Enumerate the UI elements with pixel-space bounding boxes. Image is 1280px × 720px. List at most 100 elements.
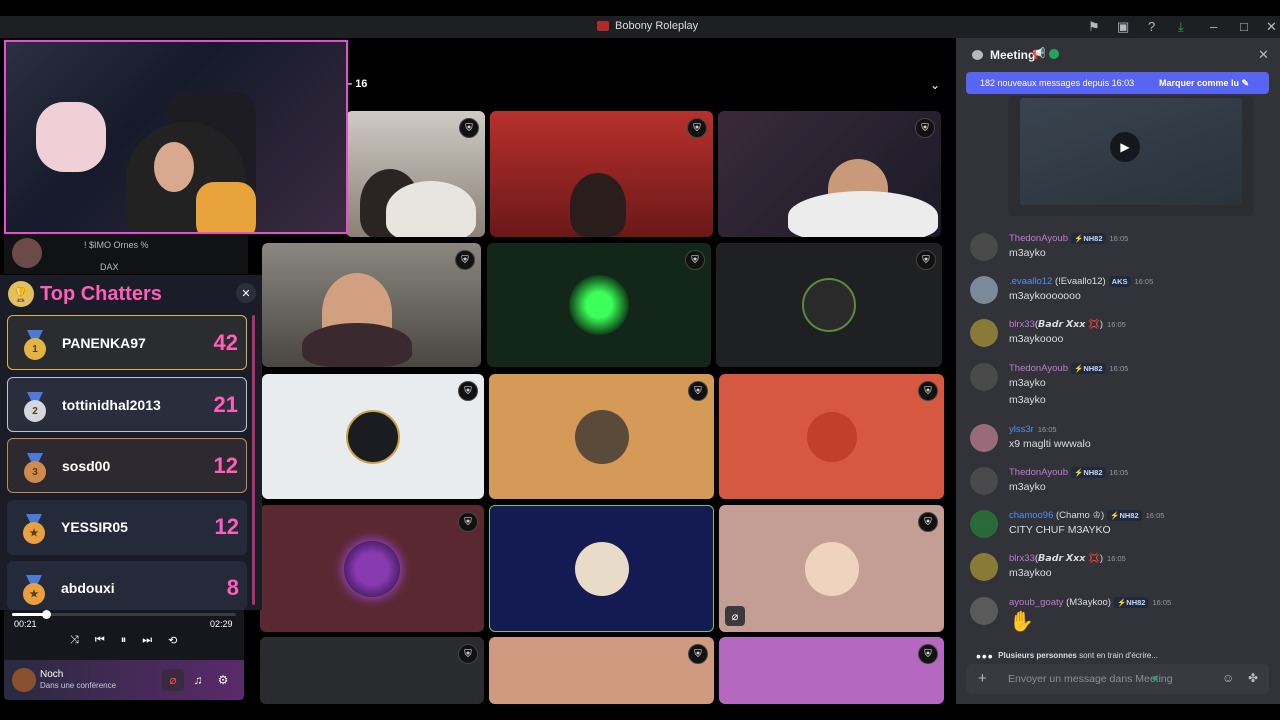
user-avatar — [574, 409, 629, 464]
username[interactable]: ThedonAyoub — [1009, 467, 1068, 478]
medal-rank: 1 — [24, 338, 46, 360]
chatter-name: abdouxi — [61, 580, 115, 596]
channel-name: Meeting — [990, 48, 1036, 62]
elapsed-time: 00:21 — [14, 619, 37, 629]
video-tile[interactable]: ⛨ — [489, 637, 714, 704]
close-icon[interactable]: ✕ — [236, 283, 256, 303]
play-icon[interactable]: ▶ — [1110, 132, 1140, 162]
role-tag: ⚡NH82 — [1071, 233, 1106, 244]
apps-icon[interactable]: ✤ — [1248, 671, 1258, 685]
video-tile[interactable]: ⛨ — [719, 637, 944, 704]
medal-rank: ★ — [23, 583, 45, 605]
inbox-icon[interactable]: ▣ — [1117, 19, 1129, 35]
typing-dots-icon: ••• — [976, 648, 994, 664]
avatar[interactable] — [970, 276, 998, 304]
help-icon[interactable]: ? — [1148, 19, 1155, 34]
mark-as-read-button[interactable]: Marquer comme lu ✎ — [1159, 78, 1249, 89]
chat-panel: Meeting 📢 ✕ 182 nouveaux messages depuis… — [956, 38, 1280, 704]
avatar[interactable] — [970, 319, 998, 347]
flag-icon[interactable]: ⚑ — [1088, 19, 1100, 35]
username[interactable]: blrx33 — [1009, 553, 1035, 564]
close-icon[interactable]: ✕ — [1258, 47, 1269, 63]
pause-icon[interactable]: ⏸ — [121, 634, 127, 647]
seek-progress — [12, 613, 46, 616]
video-tile[interactable]: ⛨ — [487, 243, 711, 367]
avatar[interactable] — [970, 467, 998, 495]
video-tile[interactable]: ⛨ — [262, 374, 484, 499]
maximize-button[interactable]: □ — [1240, 19, 1248, 34]
timestamp: 16:05 — [1145, 511, 1165, 520]
plus-icon[interactable]: + — [978, 670, 987, 687]
participant-shirt — [302, 323, 412, 367]
streamer-webcam — [4, 40, 348, 234]
repeat-icon[interactable]: ⟲ — [168, 634, 177, 647]
timestamp: 16:05 — [1037, 425, 1057, 434]
video-tile[interactable]: ⛨ — [490, 111, 713, 237]
next-icon[interactable]: ⏭ — [142, 634, 152, 647]
scrollbar[interactable] — [252, 315, 255, 605]
gear-icon[interactable]: ⚙ — [212, 669, 234, 691]
video-tile[interactable]: ⛨ — [346, 111, 485, 237]
emoji-icon[interactable]: ☺ — [1222, 671, 1234, 685]
typing-indicator: ••• Plusieurs personnes sont en train d'… — [976, 648, 1158, 664]
avatar[interactable] — [970, 424, 998, 452]
mark-as-read-label: Marquer comme lu — [1159, 78, 1240, 88]
headphones-icon[interactable]: ♫ — [187, 669, 209, 691]
download-icon[interactable]: ⤓ — [1178, 19, 1184, 35]
medal-icon: 3 — [24, 453, 46, 483]
message-header: .evaallo12 (!Evaallo12) AKS 16:05 — [1009, 276, 1153, 287]
username[interactable]: ThedonAyoub — [1009, 233, 1068, 244]
username[interactable]: ThedonAyoub — [1009, 363, 1068, 374]
new-messages-bar[interactable]: 182 nouveaux messages depuis 16:03 Marqu… — [966, 72, 1269, 94]
voice-username: Noch — [40, 669, 64, 680]
shield-icon: ⛨ — [688, 381, 708, 401]
shield-icon: ⛨ — [459, 118, 479, 138]
video-tile[interactable]: ⛨ — [718, 111, 941, 237]
chevron-down-icon[interactable]: ⌄ — [930, 78, 940, 92]
seek-bar[interactable] — [12, 610, 236, 619]
shuffle-icon[interactable]: ⤨ — [70, 634, 79, 647]
video-tile[interactable]: ⛨ — [716, 243, 942, 367]
video-tile[interactable]: ⛨ ⌀ — [719, 505, 944, 632]
avatar[interactable] — [970, 597, 998, 625]
message-header: blrx33(𝘽𝙖𝙙𝙧 𝙓𝙭𝙭 💢) 16:05 — [1009, 319, 1126, 330]
video-embed[interactable]: ▶ — [1008, 96, 1253, 216]
video-tile[interactable]: ⛨ — [262, 243, 481, 367]
video-tile[interactable]: ⛨ — [489, 374, 714, 499]
chatter-count: 42 — [213, 330, 238, 355]
seek-handle[interactable] — [41, 610, 51, 619]
chatter-card: ★ YESSIR05 12 — [7, 500, 247, 555]
avatar[interactable] — [12, 668, 36, 692]
shield-icon: ⛨ — [916, 250, 936, 270]
medal-icon: 1 — [24, 330, 46, 360]
minimize-button[interactable]: – — [1210, 19, 1217, 34]
avatar[interactable] — [970, 233, 998, 261]
avatar[interactable] — [970, 510, 998, 538]
role-tag: ⚡NH82 — [1071, 467, 1106, 478]
wave-emoji: ✋ — [1009, 611, 1034, 633]
chatter-name: tottinidhal2013 — [62, 397, 161, 413]
username[interactable]: chamoo96 — [1009, 510, 1053, 521]
close-button[interactable]: ✕ — [1266, 19, 1277, 35]
message-header: ylss3r 16:05 — [1009, 424, 1057, 435]
medal-icon: ★ — [23, 514, 45, 544]
previous-icon[interactable]: ⏮ — [95, 634, 105, 647]
message-input[interactable]: Envoyer un message dans Meeting — [1008, 673, 1173, 685]
username[interactable]: ayoub_goaty — [1009, 597, 1063, 608]
top-chatters-title: Top Chatters — [40, 282, 162, 305]
shield-icon: ⛨ — [918, 644, 938, 664]
video-tile[interactable]: ⛨ — [260, 637, 484, 704]
avatar[interactable] — [970, 363, 998, 391]
message-text: m3aykoo — [1009, 567, 1052, 579]
video-tile-speaking[interactable] — [489, 505, 714, 632]
avatar[interactable] — [970, 553, 998, 581]
mic-muted-icon[interactable]: ⌀ — [162, 669, 184, 691]
nickname: (𝘽𝙖𝙙𝙧 𝙓𝙭𝙭 💢) — [1034, 553, 1104, 564]
chatter-count: 12 — [214, 514, 239, 539]
video-tile[interactable]: ⛨ — [260, 505, 484, 632]
voice-status-bar: Noch Dans une conférence ⌀ ♫ ⚙ — [4, 660, 244, 700]
video-tile[interactable]: ⛨ — [719, 374, 944, 499]
username[interactable]: .evaallo12 — [1009, 276, 1052, 287]
username[interactable]: ylss3r — [1009, 424, 1034, 435]
username[interactable]: blrx33 — [1009, 319, 1035, 330]
